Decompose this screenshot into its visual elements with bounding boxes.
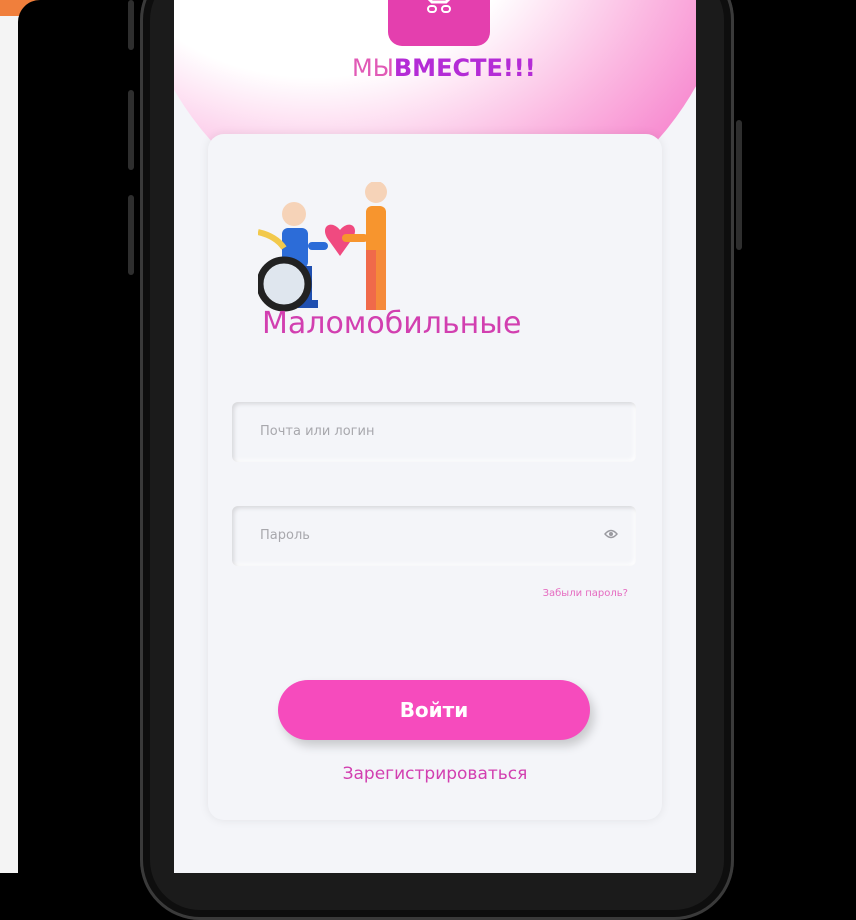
phone-side-button <box>128 195 134 275</box>
brand-prefix: МЫ <box>352 54 394 82</box>
brand-highlight: ВМЕСТЕ!!! <box>393 54 536 82</box>
wheelchair-helper-illustration <box>258 182 387 312</box>
background-dark-shape <box>18 0 138 873</box>
app-logo-icon <box>388 0 490 46</box>
email-input[interactable]: Почта или логин <box>232 402 636 462</box>
login-card: Маломобильные Почта или логин Пароль Заб… <box>208 134 662 820</box>
login-button[interactable]: Войти <box>278 680 590 740</box>
brand-title: МЫВМЕСТЕ!!! <box>352 54 536 82</box>
register-link[interactable]: Зарегистрироваться <box>208 764 662 784</box>
phone-side-button <box>128 0 134 50</box>
app-screen: МЫВМЕСТЕ!!! Маломобильные Почта или логи… <box>174 0 696 873</box>
forgot-password-link[interactable]: Забыли пароль? <box>543 588 628 599</box>
card-title: Маломобильные <box>262 306 522 341</box>
password-input[interactable]: Пароль <box>232 506 636 566</box>
phone-side-button <box>128 90 134 170</box>
email-placeholder: Почта или логин <box>260 424 375 439</box>
password-placeholder: Пароль <box>260 528 310 543</box>
phone-side-button <box>736 120 742 250</box>
eye-icon[interactable] <box>604 524 618 543</box>
